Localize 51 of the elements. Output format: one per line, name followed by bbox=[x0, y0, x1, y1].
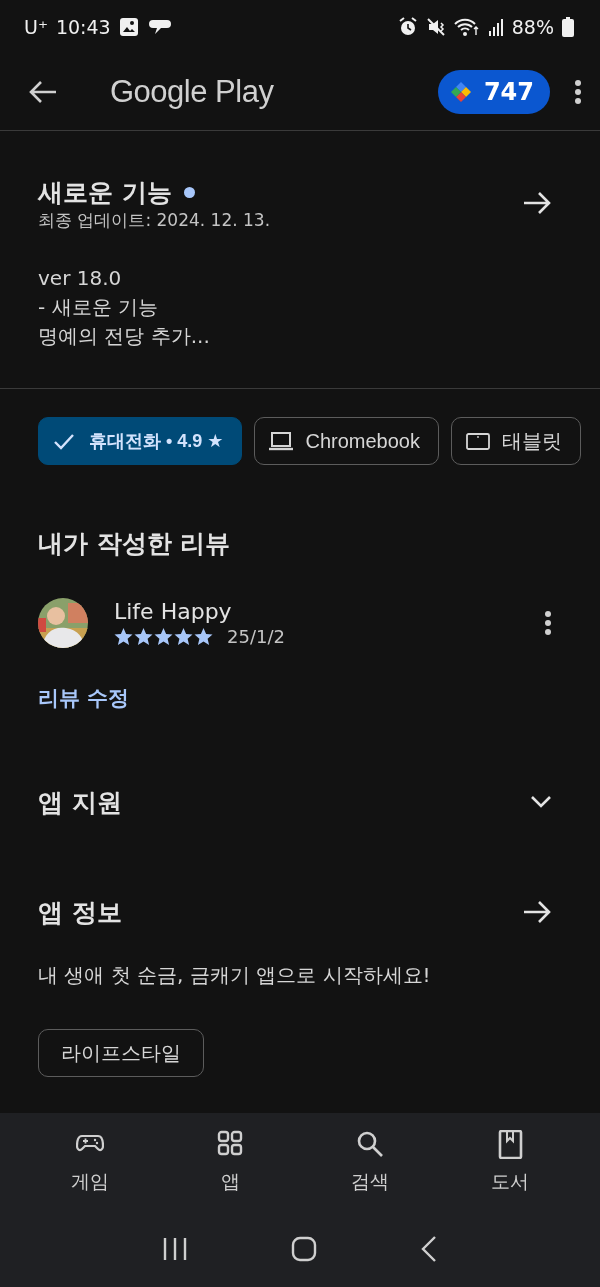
forward-arrow-icon[interactable] bbox=[524, 191, 552, 215]
app-description: 내 생애 첫 순금, 금캐기 앱으로 시작하세요! bbox=[38, 962, 432, 989]
update-date: 최종 업데이트: 2024. 12. 13. bbox=[38, 209, 272, 232]
mute-icon bbox=[425, 17, 446, 37]
store-title: Google Play bbox=[110, 74, 274, 110]
nav-tab[interactable]: 도서 bbox=[460, 1125, 560, 1199]
star-filled-icon bbox=[134, 627, 153, 646]
release-note: ver 18.0 bbox=[38, 265, 123, 292]
section-title: 앱 지원 bbox=[38, 786, 122, 819]
wifi-icon bbox=[453, 17, 480, 37]
star-filled-icon bbox=[194, 627, 213, 646]
release-note: - 새로운 기능 bbox=[38, 294, 159, 321]
bookmark-book-icon bbox=[496, 1129, 524, 1159]
home-icon[interactable] bbox=[291, 1236, 317, 1262]
star-filled-icon bbox=[154, 627, 173, 646]
nav-tab[interactable]: 앱 bbox=[180, 1125, 280, 1199]
carrier-label: U⁺ bbox=[24, 16, 48, 38]
recent-apps-icon[interactable] bbox=[161, 1236, 188, 1262]
signal-icon bbox=[487, 17, 504, 37]
laptop-icon bbox=[269, 430, 294, 452]
edit-review-link[interactable]: 리뷰 수정 bbox=[38, 684, 130, 712]
star-filled-icon bbox=[174, 627, 193, 646]
star-filled-icon bbox=[114, 627, 133, 646]
alarm-icon bbox=[397, 17, 418, 37]
release-note: 명예의 전당 추가... bbox=[38, 323, 211, 350]
chat-bubble-icon bbox=[146, 17, 171, 37]
section-title: 앱 정보 bbox=[38, 896, 122, 929]
points-button[interactable]: 747 bbox=[437, 70, 550, 114]
section-title: 새로운 기능 bbox=[38, 176, 172, 209]
device-filter-chip[interactable]: 휴대전화 • 4.9 ★ bbox=[38, 417, 243, 465]
back-icon[interactable] bbox=[420, 1235, 439, 1263]
image-icon bbox=[118, 17, 139, 37]
device-filter-chip[interactable]: 태블릿 bbox=[451, 417, 581, 465]
battery-icon bbox=[562, 17, 574, 37]
more-menu-icon[interactable] bbox=[574, 79, 582, 105]
clock-time: 10:43 bbox=[55, 16, 111, 38]
tablet-icon bbox=[466, 430, 490, 452]
nav-tab[interactable]: 검색 bbox=[320, 1125, 420, 1199]
category-chip[interactable]: 라이프스타일 bbox=[38, 1029, 204, 1077]
section-heading: 내가 작성한 리뷰 bbox=[38, 528, 232, 560]
battery-percent: 88% bbox=[511, 16, 554, 38]
forward-arrow-icon[interactable] bbox=[524, 900, 552, 924]
diamond-icon bbox=[449, 81, 472, 103]
review-date: 25/1/2 bbox=[227, 626, 285, 647]
more-menu-icon[interactable] bbox=[544, 610, 552, 636]
nav-tab[interactable]: 게임 bbox=[40, 1125, 140, 1199]
search-icon bbox=[356, 1129, 384, 1159]
chevron-down-icon[interactable] bbox=[530, 795, 552, 809]
back-arrow-icon[interactable] bbox=[28, 80, 58, 104]
reviewer-name: Life Happy bbox=[114, 599, 233, 624]
device-filter-chip[interactable]: Chromebook bbox=[254, 417, 439, 465]
